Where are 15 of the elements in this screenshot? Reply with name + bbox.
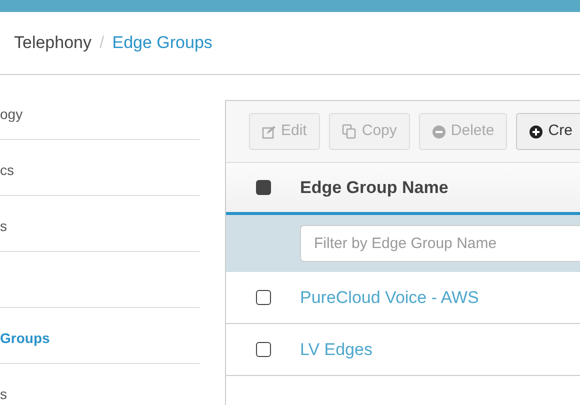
breadcrumb-link[interactable]: Telephony (14, 30, 92, 56)
row-checkbox[interactable] (256, 342, 270, 357)
row-checkbox[interactable] (256, 290, 270, 305)
minus-circle-icon (432, 124, 446, 138)
plus-circle-icon (529, 124, 544, 138)
select-all-checkbox[interactable] (256, 180, 270, 195)
sidebar-item[interactable]: s (0, 216, 7, 237)
sidebar-item[interactable]: s (0, 384, 7, 405)
toolbar-button[interactable]: Cre (516, 113, 580, 150)
copy-icon (342, 124, 357, 139)
sidebar-item[interactable]: ogy (0, 104, 23, 125)
edit-icon (262, 124, 276, 138)
sidebar-item[interactable]: cs (0, 160, 14, 181)
breadcrumb-separator: / (100, 32, 104, 54)
filter-field[interactable]: Filter by Edge Group Name (300, 225, 580, 262)
